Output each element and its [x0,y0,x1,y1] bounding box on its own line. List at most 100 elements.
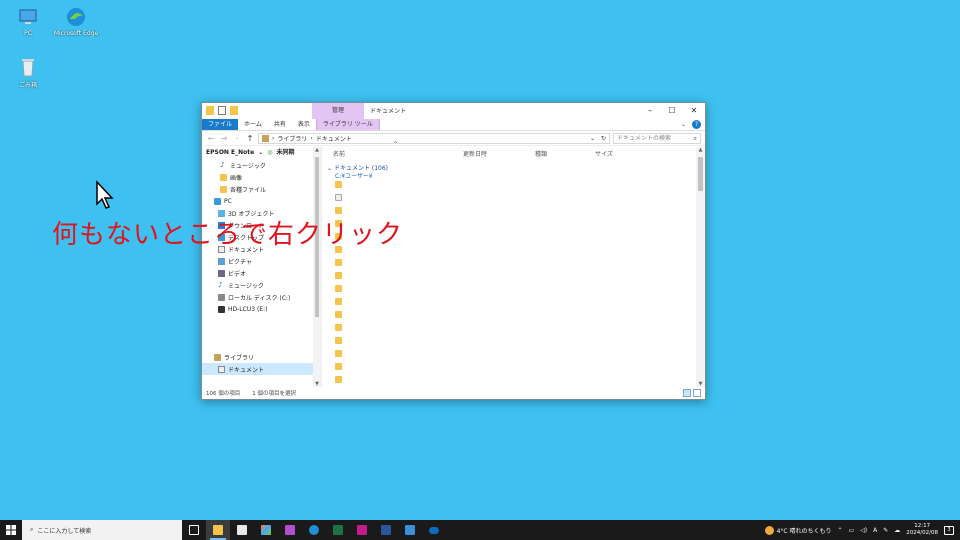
sketch-icon [405,525,415,535]
cloud-icon[interactable]: ☁ [894,527,900,534]
nav-scrollbar[interactable]: ▲ ▼ [313,147,321,387]
folder-icon[interactable] [335,207,342,214]
ime-icon[interactable]: A [873,527,877,534]
forward-arrow-icon[interactable]: → [219,134,229,143]
content-scrollbar[interactable]: ▲ ▼ [696,147,705,387]
breadcrumb-libraries[interactable]: ライブラリ [277,134,307,143]
nav-item-pictures[interactable]: ピクチャ [202,255,321,267]
folder-icon[interactable] [335,337,342,344]
task-view-icon [189,525,199,535]
taskbar-search-input[interactable]: ⌕ ここに入力して検索 [22,520,182,540]
back-arrow-icon[interactable]: ← [206,134,216,143]
address-bar[interactable]: › ライブラリ › ドキュメント ⌄ ↻ [258,132,610,144]
search-input[interactable]: ドキュメントの検索 ⌕ [613,132,701,144]
taskbar-onenote[interactable] [350,520,374,540]
recycle-bin-icon [17,56,39,78]
column-type[interactable]: 種類 [535,149,547,158]
folder-icon[interactable] [335,376,342,383]
properties-icon[interactable] [218,106,226,115]
nav-item-local-disk[interactable]: ローカル ディスク (C:) [202,291,321,303]
nav-item-external-drive[interactable]: HD-LCU3 (E:) [202,303,321,315]
refresh-icon[interactable]: ↻ [601,135,606,142]
nav-item-various-files[interactable]: 各種ファイル [202,183,321,195]
folder-icon[interactable] [335,363,342,370]
pen-icon[interactable]: ✎ [883,527,888,534]
column-size[interactable]: サイズ [595,149,613,158]
help-icon[interactable]: ? [692,120,701,129]
context-tab-manage[interactable]: 管理 [312,103,364,119]
content-scroll-thumb[interactable] [698,157,703,191]
nav-item-libraries[interactable]: ライブラリ [202,351,321,363]
onedrive-icon [429,526,439,534]
folder-icon[interactable] [335,259,342,266]
desktop-icon-label: ごみ箱 [18,82,37,89]
column-name[interactable]: 名前 [333,149,345,158]
scroll-up-icon[interactable]: ▲ [313,147,321,153]
library-icon [262,134,269,142]
nav-root-item[interactable]: EPSON E_Note ⌄ ◎ 未同期 [202,147,321,159]
address-dropdown-icon[interactable]: ⌄ [590,135,595,142]
up-arrow-icon[interactable]: ↑ [245,134,255,143]
breadcrumb-documents[interactable]: ドキュメント [316,134,352,143]
start-button[interactable] [0,520,22,540]
folder-icon[interactable] [335,181,342,188]
nav-item-pc[interactable]: PC [202,195,321,207]
edge-icon [65,6,87,28]
ribbon-tabs: ファイル ホーム 共有 表示 ライブラリ ツール ⌄ ? [202,119,705,131]
minimize-button[interactable]: – [639,103,661,119]
folder-icon[interactable] [335,350,342,357]
folder-icon[interactable] [335,285,342,292]
history-chevron-icon[interactable]: ⌄ [232,135,242,141]
task-view-button[interactable] [182,520,206,540]
file-list-area[interactable]: 名前 ^ 更新日時 種類 サイズ ⌄ ドキュメント (106) C:¥ユーザー¥ [323,141,705,387]
taskbar-onedrive[interactable] [422,520,446,540]
taskbar-edge[interactable] [302,520,326,540]
large-icons-view-icon[interactable] [693,389,701,397]
close-button[interactable]: ✕ [683,103,705,119]
tab-home[interactable]: ホーム [238,119,268,130]
desktop-icon-recycle-bin[interactable]: ごみ箱 [0,56,56,89]
taskbar-photos[interactable] [278,520,302,540]
nav-item-videos[interactable]: ビデオ [202,267,321,279]
nav-item-music[interactable]: ♪ ミュージック [202,159,321,171]
monitor-icon [17,6,39,28]
folder-icon[interactable] [335,298,342,305]
taskbar-store[interactable] [230,520,254,540]
taskbar-sketch[interactable] [398,520,422,540]
new-folder-icon[interactable] [230,106,238,115]
tab-file[interactable]: ファイル [202,119,239,130]
taskbar-paint[interactable] [254,520,278,540]
folder-icon[interactable] [335,272,342,279]
desktop-icon-edge[interactable]: Microsoft Edge [48,6,104,37]
volume-icon[interactable]: ◁) [860,527,867,534]
show-hidden-icons[interactable]: ⌃ [837,527,842,534]
tab-view[interactable]: 表示 [292,119,316,130]
maximize-button[interactable]: ☐ [661,103,683,119]
folder-icon[interactable] [335,194,342,201]
network-icon[interactable]: ▭ [849,527,855,534]
weather-widget[interactable]: 4°C 晴れのちくもり [764,525,831,535]
nav-item-library-documents[interactable]: ドキュメント [202,363,321,375]
scroll-up-icon[interactable]: ▲ [696,147,705,153]
tab-library-tools[interactable]: ライブラリ ツール [315,119,380,130]
pictures-icon [218,257,225,265]
clock[interactable]: 12:17 2024/02/08 [906,523,938,537]
onenote-icon [357,525,367,535]
external-drive-icon [218,305,225,313]
taskbar-excel[interactable] [326,520,350,540]
taskbar-file-explorer[interactable] [206,520,230,540]
folder-icon[interactable] [335,324,342,331]
nav-item-music-pc[interactable]: ♪ ミュージック [202,279,321,291]
tab-share[interactable]: 共有 [268,119,292,130]
column-modified[interactable]: 更新日時 [463,149,487,158]
nav-item-label: HD-LCU3 (E:) [228,305,268,313]
nav-item-images[interactable]: 画像 [202,171,321,183]
details-view-icon[interactable] [683,389,691,397]
notification-center-icon[interactable]: 3 [944,525,954,535]
expand-ribbon-icon[interactable]: ⌄ [681,121,686,128]
folder-icon[interactable] [335,311,342,318]
excel-icon [333,525,343,535]
nav-item-label: 各種ファイル [230,186,267,194]
file-explorer-icon [213,525,223,535]
taskbar-word[interactable] [374,520,398,540]
